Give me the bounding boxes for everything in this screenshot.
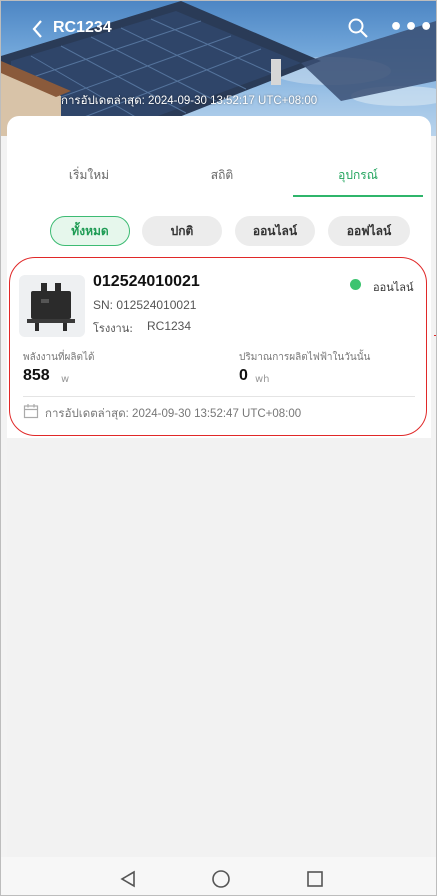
filter-normal[interactable]: ปกติ	[142, 216, 222, 246]
more-icon: •••	[389, 15, 435, 40]
active-tab-indicator	[293, 195, 423, 197]
app-screen: RC1234 ••• การอัปเดตล่าสุด: 2024-09-30 1…	[0, 0, 437, 896]
tab-statistics[interactable]: สถิติ	[172, 166, 272, 185]
top-bar: RC1234 •••	[1, 1, 436, 57]
filter-chips: ทั้งหมด ปกติ ออนไลน์ ออฟไลน์	[7, 216, 431, 250]
more-menu-button[interactable]: •••	[389, 15, 434, 40]
nav-home-button[interactable]	[211, 869, 231, 893]
nav-recents-button[interactable]	[306, 870, 324, 892]
empty-list-area	[7, 438, 431, 858]
tab-devices[interactable]: อุปกรณ์	[308, 166, 408, 185]
tab-overview[interactable]: เริ่มใหม่	[39, 166, 139, 185]
filter-all[interactable]: ทั้งหมด	[50, 216, 130, 246]
header-last-update: การอัปเดตล่าสุด: 2024-09-30 13:52:17 UTC…	[61, 95, 318, 107]
filter-online[interactable]: ออนไลน์	[235, 216, 315, 246]
highlight-outline	[9, 257, 427, 436]
filter-offline[interactable]: ออฟไลน์	[328, 216, 410, 246]
square-recents-icon	[307, 871, 323, 887]
tab-bar: เริ่มใหม่ สถิติ อุปกรณ์	[7, 166, 431, 198]
search-icon	[348, 18, 368, 38]
page-title: RC1234	[53, 19, 112, 36]
circle-home-icon	[212, 870, 230, 888]
nav-back-button[interactable]	[119, 870, 137, 892]
chevron-left-icon	[32, 20, 42, 38]
triangle-back-icon	[120, 870, 135, 888]
